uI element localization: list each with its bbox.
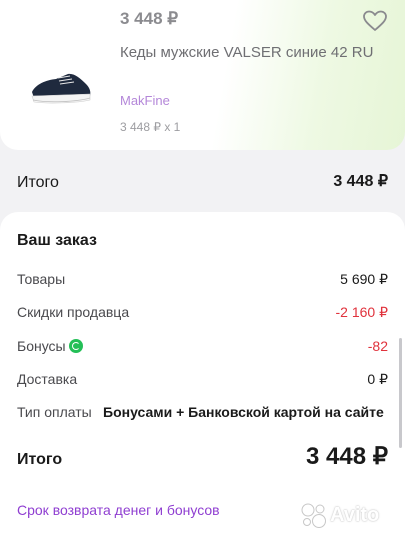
heart-outline-icon[interactable]: [362, 9, 388, 33]
refund-terms-link[interactable]: Срок возврата денег и бонусов: [17, 502, 220, 518]
sneaker-image: [31, 73, 91, 104]
seller-discount-label: Скидки продавца: [17, 304, 130, 320]
delivery-value: 0 ₽: [367, 371, 388, 387]
goods-value: 5 690 ₽: [340, 271, 388, 287]
scrollbar[interactable]: [399, 338, 402, 448]
bonus-icon: [68, 339, 83, 353]
total-label: Итого: [17, 174, 59, 191]
bonus-row: Бонусы -82: [0, 336, 405, 358]
grand-total-value: 3 448 ₽: [306, 443, 388, 470]
delivery-label: Доставка: [17, 371, 78, 387]
bonus-label: Бонусы: [17, 338, 66, 354]
grand-total-label: Итого: [17, 451, 63, 468]
payment-type-clip: Тип оплаты Бонусами + Банковской картой …: [0, 402, 390, 424]
payment-type-value: Бонусами + Банковской картой на сайте: [103, 404, 384, 420]
order-title: Ваш заказ: [17, 232, 97, 249]
delivery-row: Доставка 0 ₽: [0, 369, 405, 391]
payment-type-row: Тип оплаты Бонусами + Банковской картой …: [0, 402, 405, 424]
product-price: 3 448 ₽: [120, 9, 179, 28]
goods-row: Товары 5 690 ₽: [0, 269, 405, 291]
bonus-label-group: Бонусы: [17, 338, 83, 354]
avito-watermark-text: Avito: [330, 504, 380, 526]
product-title[interactable]: Кеды мужские VALSER синие 42 RU: [120, 42, 380, 64]
seller-link[interactable]: MakFine: [120, 93, 170, 108]
seller-discount-row: Скидки продавца -2 160 ₽: [0, 302, 405, 324]
payment-type-label: Тип оплаты: [17, 404, 92, 420]
quantity-line: 3 448 ₽ x 1: [120, 120, 181, 134]
total-bar: Итого 3 448 ₽: [0, 150, 405, 212]
total-value: 3 448 ₽: [333, 173, 388, 190]
avito-logo-icon: [301, 503, 326, 528]
seller-discount-value: -2 160 ₽: [335, 304, 389, 320]
product-card[interactable]: 3 448 ₽ Кеды мужские VALSER синие 42 RU …: [0, 0, 405, 150]
goods-label: Товары: [17, 271, 66, 287]
bonus-value: -82: [367, 338, 388, 354]
order-summary-card: Ваш заказ Товары 5 690 ₽ Скидки продавца…: [0, 212, 405, 540]
avito-watermark: Avito: [300, 501, 395, 529]
